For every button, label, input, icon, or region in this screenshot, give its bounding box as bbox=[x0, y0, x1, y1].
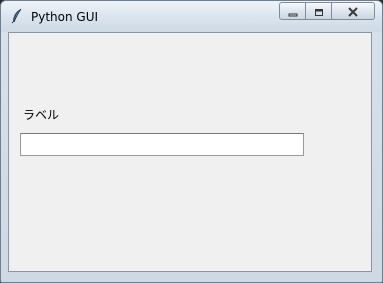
caption-buttons bbox=[279, 2, 375, 22]
maximize-button[interactable] bbox=[305, 2, 331, 20]
minimize-icon bbox=[288, 2, 298, 21]
label: ラベル bbox=[23, 108, 60, 122]
text-entry[interactable] bbox=[20, 133, 304, 156]
feather-icon[interactable] bbox=[10, 8, 24, 24]
minimize-button[interactable] bbox=[279, 2, 305, 20]
close-button[interactable] bbox=[331, 2, 375, 20]
window-client-area: ラベル bbox=[8, 32, 372, 272]
app-window: Python GUI ラベル bbox=[0, 0, 383, 283]
title-bar[interactable]: Python GUI bbox=[1, 1, 382, 32]
close-icon bbox=[347, 2, 359, 21]
maximize-icon bbox=[314, 2, 324, 21]
window-title: Python GUI bbox=[31, 10, 99, 24]
